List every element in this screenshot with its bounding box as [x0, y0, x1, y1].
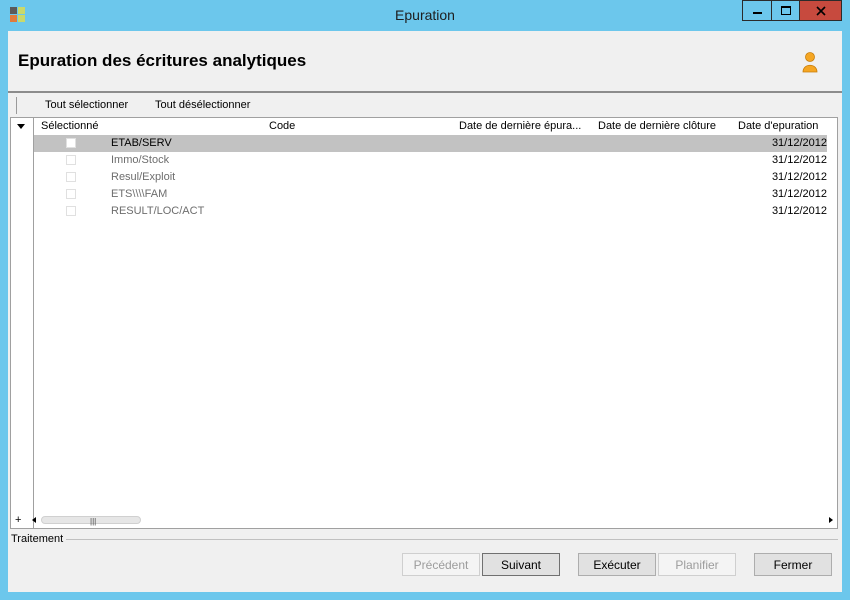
cell-purge-date: 31/12/2012: [771, 137, 827, 149]
column-header-selected[interactable]: Sélectionné: [41, 120, 99, 132]
minimize-icon: [752, 11, 762, 14]
row-checkbox[interactable]: [66, 189, 76, 199]
groupbox-line: [64, 539, 838, 540]
cell-purge-date: 31/12/2012: [771, 205, 827, 217]
previous-button[interactable]: Précédent: [402, 553, 480, 576]
horizontal-scrollbar-thumb[interactable]: |||: [41, 516, 141, 526]
page-title: Epuration des écritures analytiques: [18, 51, 307, 70]
grid-row-header: [11, 118, 34, 528]
row-checkbox[interactable]: [66, 138, 76, 148]
column-header-purge-date[interactable]: Date d'epuration: [738, 120, 818, 132]
grip-icon: |||: [90, 517, 97, 526]
add-row-icon[interactable]: +: [15, 514, 21, 526]
cell-code: RESULT/LOC/ACT: [111, 205, 205, 217]
grid-footer: + |||: [11, 514, 837, 528]
cell-code: Immo/Stock: [111, 154, 170, 166]
table-row[interactable]: ETS\\\\FAM 31/12/2012: [34, 186, 827, 203]
table-row[interactable]: RESULT/LOC/ACT 31/12/2012: [34, 203, 827, 220]
minimize-button[interactable]: [742, 0, 771, 21]
scroll-right-icon[interactable]: [829, 517, 833, 523]
cell-code: ETAB/SERV: [111, 137, 172, 149]
maximize-button[interactable]: [771, 0, 800, 21]
row-checkbox[interactable]: [66, 155, 76, 165]
close-button[interactable]: Fermer: [754, 553, 832, 576]
table-row[interactable]: Resul/Exploit 31/12/2012: [34, 169, 827, 186]
user-icon: [802, 52, 818, 73]
execute-button[interactable]: Exécuter: [578, 553, 656, 576]
window-title: Epuration: [395, 7, 455, 23]
maximize-icon: [780, 6, 791, 15]
header-area: Epuration des écritures analytiques: [8, 31, 842, 93]
column-chooser-arrow-icon[interactable]: [17, 124, 25, 129]
deselect-all-button[interactable]: Tout désélectionner: [155, 99, 250, 111]
column-header-last-purge[interactable]: Date de dernière épura...: [459, 120, 581, 132]
close-icon: [815, 5, 826, 16]
data-grid[interactable]: Sélectionné Code Date de dernière épura.…: [10, 117, 838, 529]
toolbar-separator: [16, 97, 17, 114]
grid-header: Sélectionné Code Date de dernière épura.…: [34, 118, 837, 135]
scroll-left-icon[interactable]: [32, 517, 36, 523]
cell-purge-date: 31/12/2012: [771, 171, 827, 183]
title-bar[interactable]: Epuration: [0, 0, 850, 30]
cell-purge-date: 31/12/2012: [771, 154, 827, 166]
application-window: Epuration Epuration des écritures analyt…: [0, 0, 850, 600]
cell-code: ETS\\\\FAM: [111, 188, 168, 200]
row-checkbox[interactable]: [66, 206, 76, 216]
schedule-button[interactable]: Planifier: [658, 553, 736, 576]
traitement-label: Traitement: [11, 533, 67, 545]
select-all-button[interactable]: Tout sélectionner: [45, 99, 128, 111]
next-button[interactable]: Suivant: [482, 553, 560, 576]
column-header-last-close[interactable]: Date de dernière clôture: [598, 120, 716, 132]
toolbar: Tout sélectionner Tout désélectionner: [10, 94, 836, 115]
close-window-button[interactable]: [800, 0, 842, 21]
table-row[interactable]: ETAB/SERV 31/12/2012: [34, 135, 827, 152]
column-header-code[interactable]: Code: [269, 120, 295, 132]
traitement-groupbox: Traitement: [8, 533, 842, 547]
table-row[interactable]: Immo/Stock 31/12/2012: [34, 152, 827, 169]
row-checkbox[interactable]: [66, 172, 76, 182]
cell-code: Resul/Exploit: [111, 171, 176, 183]
cell-purge-date: 31/12/2012: [771, 188, 827, 200]
dialog-client: Epuration des écritures analytiques Tout…: [8, 31, 842, 592]
